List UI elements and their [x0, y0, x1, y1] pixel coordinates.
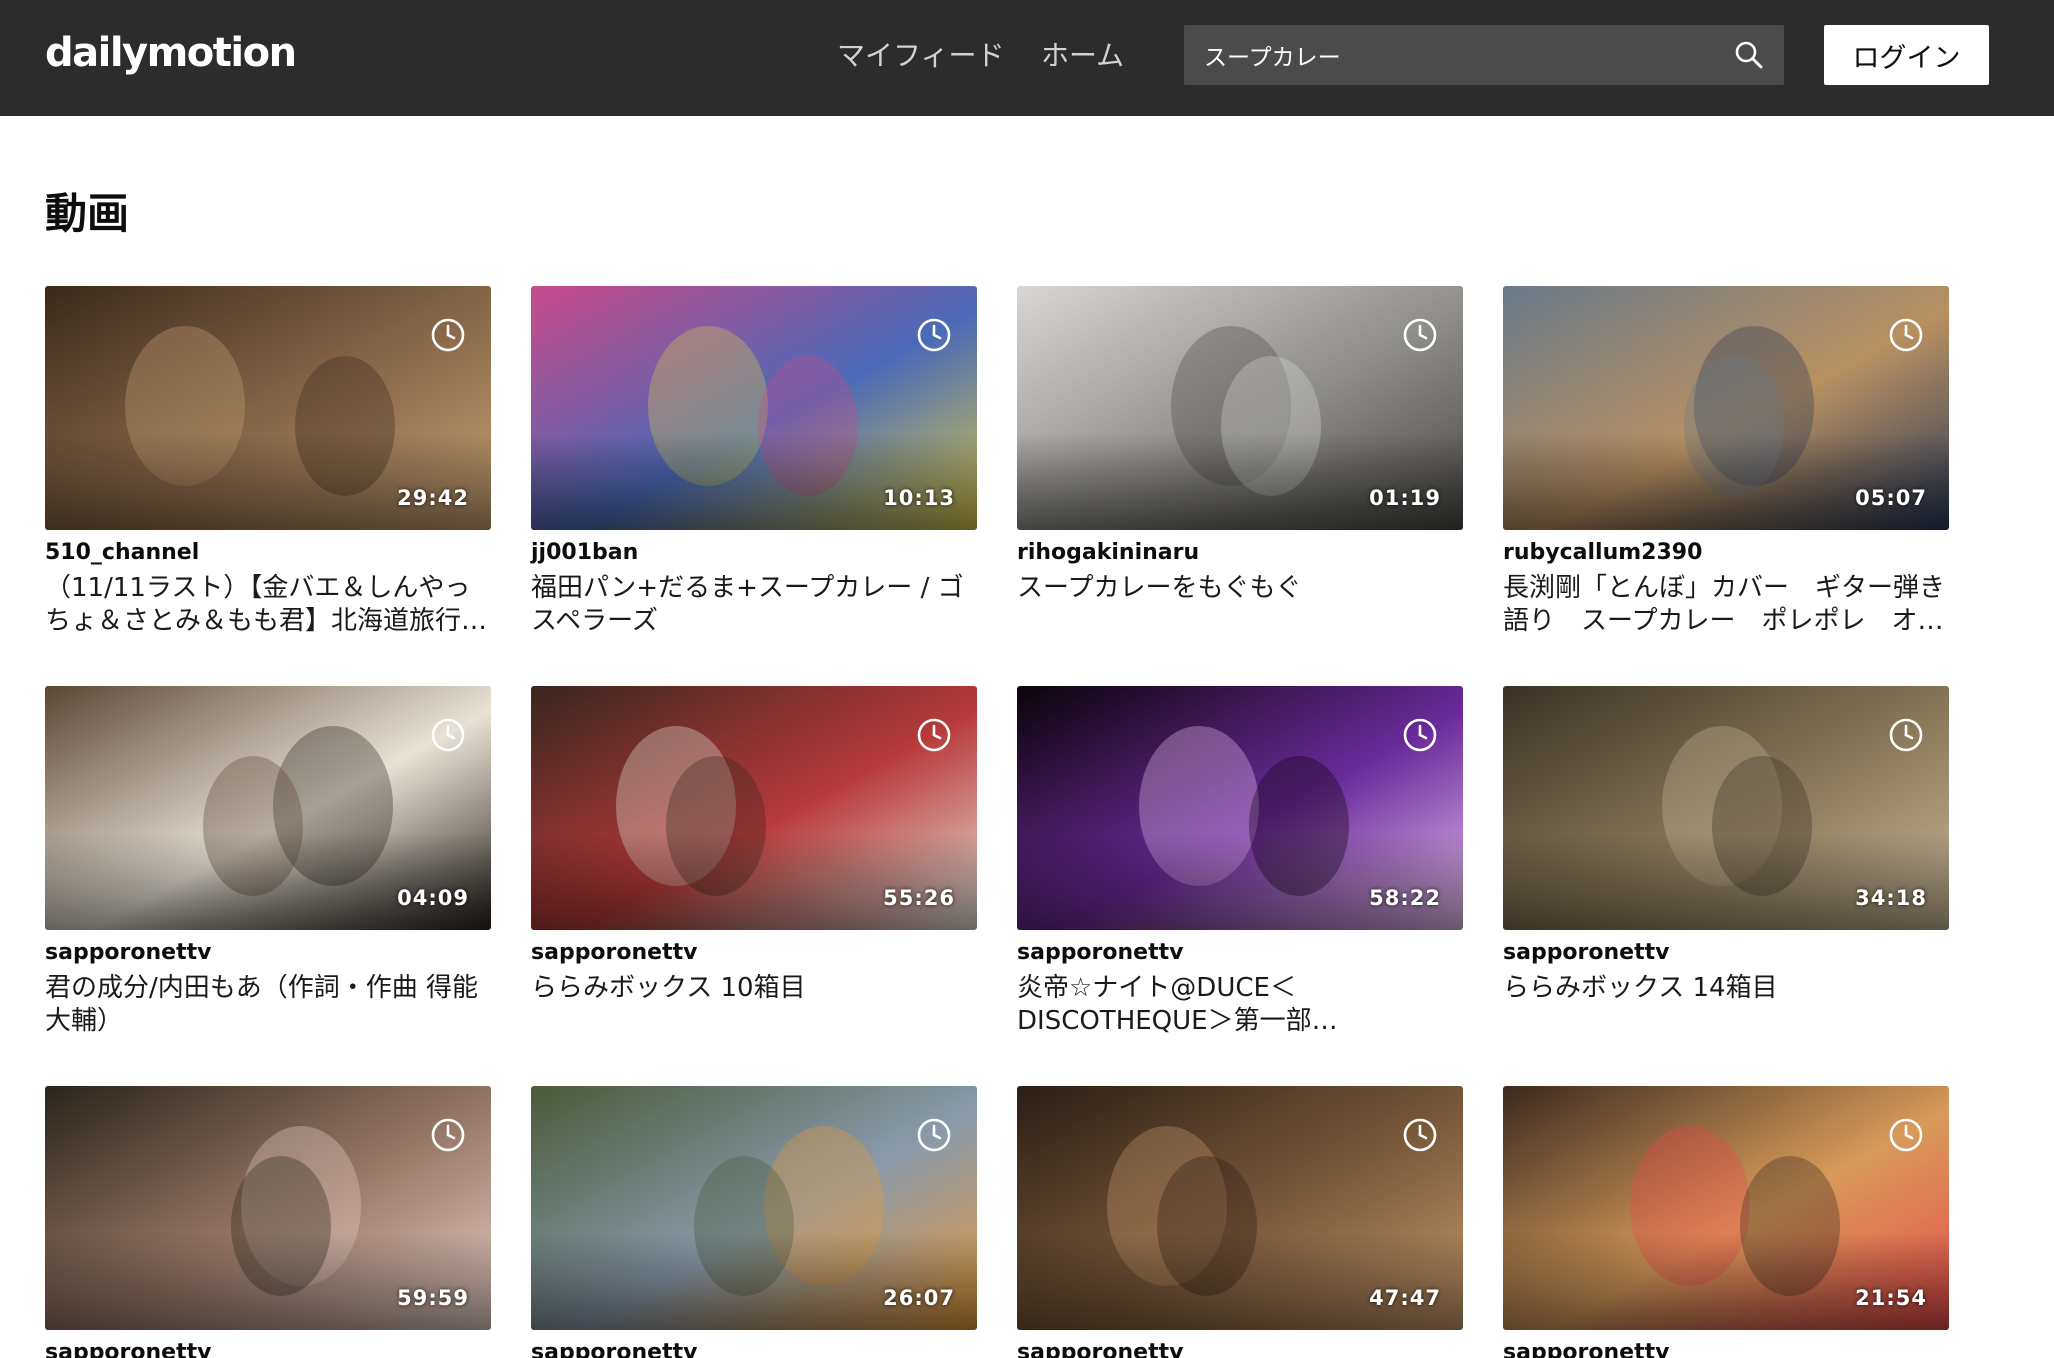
video-grid: 29:42 510_channel （11/11ラスト）【金バエ＆しんやっちょ＆さと…	[45, 286, 2005, 1358]
video-duration: 04:09	[397, 886, 469, 910]
video-thumbnail[interactable]: 55:26	[531, 686, 977, 930]
video-title[interactable]: スープカレーをもぐもぐ	[1017, 572, 1463, 605]
channel-name[interactable]: sapporonettv	[45, 940, 491, 966]
clock-icon[interactable]	[1402, 317, 1438, 353]
search-box	[1184, 25, 1784, 85]
clock-icon[interactable]	[1888, 317, 1924, 353]
video-title[interactable]: 炎帝☆ナイト@DUCE＜DISCOTHEQUE＞第一部…	[1017, 972, 1463, 1038]
video-thumbnail[interactable]: 29:42	[45, 286, 491, 530]
video-duration: 21:54	[1855, 1286, 1927, 1310]
video-card[interactable]: 26:07 sapporonettv	[531, 1086, 977, 1358]
video-card[interactable]: 34:18 sapporonettv ららみボックス 14箱目	[1503, 686, 1949, 1005]
nav-home[interactable]: ホーム	[1041, 34, 1124, 74]
video-title[interactable]: （11/11ラスト）【金バエ＆しんやっちょ＆さとみ＆もも君】北海道旅行…	[45, 572, 491, 638]
clock-icon[interactable]	[430, 717, 466, 753]
video-thumbnail[interactable]: 47:47	[1017, 1086, 1463, 1330]
video-thumbnail[interactable]: 10:13	[531, 286, 977, 530]
channel-name[interactable]: jj001ban	[531, 540, 977, 566]
video-duration: 47:47	[1369, 1286, 1441, 1310]
clock-icon[interactable]	[1402, 1117, 1438, 1153]
video-title[interactable]: 福田パン+だるま+スープカレー / ゴスペラーズ	[531, 572, 977, 638]
video-title[interactable]: ららみボックス 14箱目	[1503, 972, 1949, 1005]
video-duration: 59:59	[397, 1286, 469, 1310]
video-title[interactable]: ららみボックス 10箱目	[531, 972, 977, 1005]
search-input[interactable]	[1184, 25, 1714, 85]
channel-name[interactable]: rihogakininaru	[1017, 540, 1463, 566]
video-thumbnail[interactable]: 01:19	[1017, 286, 1463, 530]
channel-name[interactable]: sapporonettv	[1017, 940, 1463, 966]
clock-icon[interactable]	[430, 317, 466, 353]
clock-icon[interactable]	[1402, 717, 1438, 753]
video-title[interactable]: 君の成分/内田もあ（作詞・作曲 得能大輔）	[45, 972, 491, 1038]
video-thumbnail[interactable]: 58:22	[1017, 686, 1463, 930]
video-duration: 58:22	[1369, 886, 1441, 910]
top-bar: dailymotion マイフィード ホーム ログイン	[0, 0, 2054, 116]
video-thumbnail[interactable]: 26:07	[531, 1086, 977, 1330]
video-card[interactable]: 01:19 rihogakininaru スープカレーをもぐもぐ	[1017, 286, 1463, 605]
channel-name[interactable]: sapporonettv	[531, 940, 977, 966]
clock-icon[interactable]	[1888, 717, 1924, 753]
clock-icon[interactable]	[430, 1117, 466, 1153]
video-duration: 26:07	[883, 1286, 955, 1310]
channel-name[interactable]: sapporonettv	[1503, 1340, 1949, 1358]
video-card[interactable]: 21:54 sapporonettv	[1503, 1086, 1949, 1358]
video-card[interactable]: 29:42 510_channel （11/11ラスト）【金バエ＆しんやっちょ＆さと…	[45, 286, 491, 638]
video-thumbnail[interactable]: 59:59	[45, 1086, 491, 1330]
video-thumbnail[interactable]: 21:54	[1503, 1086, 1949, 1330]
video-duration: 34:18	[1855, 886, 1927, 910]
video-duration: 10:13	[883, 486, 955, 510]
video-thumbnail[interactable]: 05:07	[1503, 286, 1949, 530]
search-icon[interactable]	[1734, 40, 1764, 70]
channel-name[interactable]: sapporonettv	[531, 1340, 977, 1358]
video-thumbnail[interactable]: 34:18	[1503, 686, 1949, 930]
channel-name[interactable]: sapporonettv	[45, 1340, 491, 1358]
clock-icon[interactable]	[916, 1117, 952, 1153]
channel-name[interactable]: 510_channel	[45, 540, 491, 566]
video-card[interactable]: 47:47 sapporonettv	[1017, 1086, 1463, 1358]
dailymotion-logo[interactable]: dailymotion	[45, 30, 297, 76]
video-thumbnail[interactable]: 04:09	[45, 686, 491, 930]
video-title[interactable]: 長渕剛「とんぼ」カバー ギター弾き語り スープカレー ポレポレ オ…	[1503, 572, 1949, 638]
video-card[interactable]: 10:13 jj001ban 福田パン+だるま+スープカレー / ゴスペラーズ	[531, 286, 977, 638]
video-card[interactable]: 55:26 sapporonettv ららみボックス 10箱目	[531, 686, 977, 1005]
video-duration: 55:26	[883, 886, 955, 910]
channel-name[interactable]: rubycallum2390	[1503, 540, 1949, 566]
video-duration: 01:19	[1369, 486, 1441, 510]
clock-icon[interactable]	[916, 717, 952, 753]
video-card[interactable]: 05:07 rubycallum2390 長渕剛「とんぼ」カバー ギター弾き語り ス…	[1503, 286, 1949, 638]
login-button[interactable]: ログイン	[1824, 25, 1989, 85]
channel-name[interactable]: sapporonettv	[1503, 940, 1949, 966]
section-title: 動画	[45, 189, 130, 238]
nav-my-feed[interactable]: マイフィード	[837, 34, 1004, 74]
video-card[interactable]: 04:09 sapporonettv 君の成分/内田もあ（作詞・作曲 得能大輔）	[45, 686, 491, 1038]
video-card[interactable]: 59:59 sapporonettv	[45, 1086, 491, 1358]
channel-name[interactable]: sapporonettv	[1017, 1340, 1463, 1358]
clock-icon[interactable]	[916, 317, 952, 353]
video-duration: 05:07	[1855, 486, 1927, 510]
video-duration: 29:42	[397, 486, 469, 510]
video-card[interactable]: 58:22 sapporonettv 炎帝☆ナイト@DUCE＜DISCOTHEQUE…	[1017, 686, 1463, 1038]
clock-icon[interactable]	[1888, 1117, 1924, 1153]
